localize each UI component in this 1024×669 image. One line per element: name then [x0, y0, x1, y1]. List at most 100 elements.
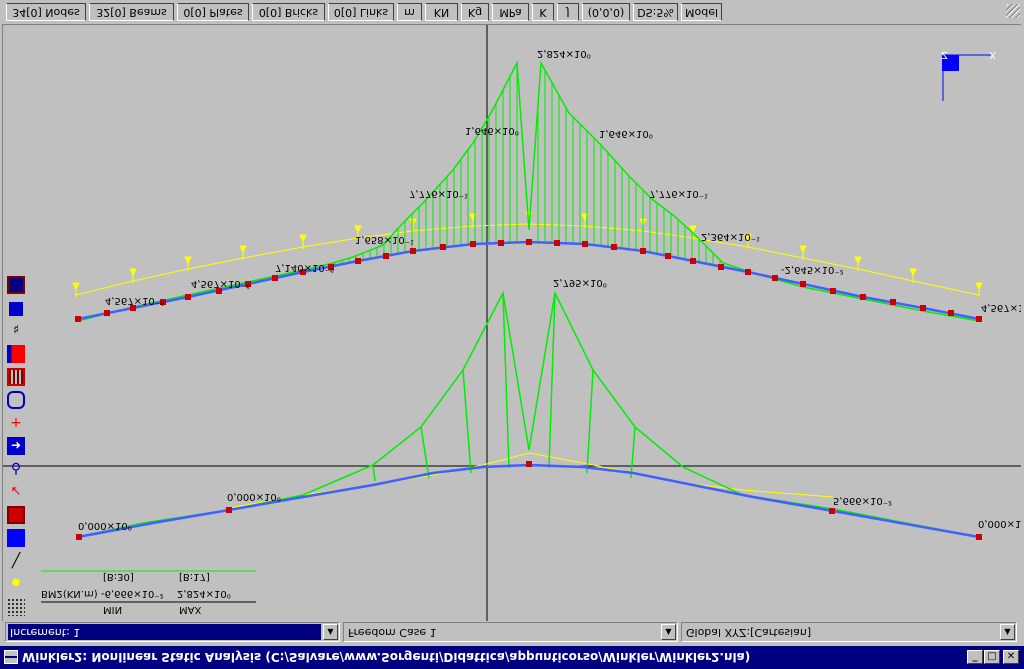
bricks-button[interactable]: 0[0] Bricks: [252, 3, 325, 21]
label-bottom-zero-end: 0,000×10⁰: [78, 520, 132, 531]
legend-quantity: BM2(KN.m): [41, 588, 98, 599]
label-bottom-max: 2,795×10⁰: [553, 277, 607, 288]
node-marker: [355, 258, 361, 264]
line-icon[interactable]: ╱: [7, 552, 25, 570]
model-canvas[interactable]: Z X 2,824×10⁰ 1,646×10⁰ 1,646×10⁰ 7,776×…: [2, 24, 1024, 621]
plates-button[interactable]: 0[0] Plates: [177, 3, 249, 21]
layers-icon[interactable]: [7, 276, 25, 294]
top-value-labels: 2,824×10⁰ 1,646×10⁰ 1,646×10⁰ 7,776×10⁻¹…: [105, 48, 1024, 313]
label-bottom-zero-left: 0,000×10⁰: [227, 491, 281, 502]
node-marker: [410, 248, 416, 254]
legend-max-header: MAX: [179, 604, 201, 615]
origin-button[interactable]: (0,0,0): [582, 3, 630, 21]
node-marker: [272, 275, 278, 281]
label-bottom-5666: 5,666×10⁻²: [833, 495, 892, 506]
stress-unit-button[interactable]: MPa: [492, 3, 529, 21]
beams-button[interactable]: 32[0] Beams: [89, 3, 174, 21]
node-marker: [718, 264, 724, 270]
node-marker: [498, 240, 504, 246]
legend: [B:30] [B:17] BM2(KN.m) -6,666×10⁻² 2,82…: [41, 570, 256, 615]
links-button[interactable]: 0[0] Links: [328, 3, 394, 21]
load-arrow-head: [854, 256, 862, 265]
node-marker: [976, 316, 982, 322]
arrow-icon[interactable]: ➜: [7, 437, 25, 455]
legend-min-header: MIN: [103, 604, 122, 615]
label-top-1646-left: 1,646×10⁰: [465, 125, 519, 136]
blue-square-icon[interactable]: [7, 529, 25, 547]
node-marker: [745, 269, 751, 275]
red-arrow-icon[interactable]: ↖: [7, 483, 25, 501]
nodes-button[interactable]: 34[0] Nodes: [6, 3, 86, 21]
load-arrow-head: [299, 234, 307, 243]
maximize-button[interactable]: □: [984, 650, 1000, 664]
node-marker: [948, 310, 954, 316]
model-button[interactable]: Model: [681, 3, 722, 21]
load-arrow-head: [239, 245, 247, 254]
load-arrow-head: [909, 268, 917, 277]
label-top-max: 2,824×10⁰: [537, 48, 591, 59]
node-marker: [920, 305, 926, 311]
axis-triad: Z X: [941, 49, 996, 101]
temperature-unit-button[interactable]: K: [532, 3, 554, 21]
increment-value: Increment: 1: [8, 624, 321, 640]
node-marker: [690, 258, 696, 264]
dots-grid-icon[interactable]: [7, 598, 25, 616]
cylinder-icon[interactable]: [7, 391, 25, 409]
node-marker: [75, 316, 81, 322]
label-top-4567-right: 4,567×10⁻¹: [981, 302, 1021, 313]
node-marker: [440, 244, 446, 250]
coordinate-system-select[interactable]: Global XYZ:[Cartesian] ▼: [681, 622, 1017, 642]
node-marker: [582, 241, 588, 247]
bolt-icon[interactable]: ♯: [7, 322, 25, 340]
grid-icon[interactable]: [7, 368, 25, 386]
scale-button[interactable]: DS:5%: [633, 3, 678, 21]
app-icon[interactable]: [4, 650, 18, 664]
close-button[interactable]: ✕: [1003, 650, 1019, 664]
length-unit-button[interactable]: m: [397, 3, 422, 21]
freedom-case-select[interactable]: Freedom Case 1 ▼: [343, 622, 678, 642]
toolbar: 34[0] Nodes 32[0] Beams 0[0] Plates 0[0]…: [0, 0, 1024, 24]
color-square-icon[interactable]: [7, 300, 25, 318]
node-marker: [665, 253, 671, 259]
load-arrow-head: [184, 256, 192, 265]
window-title: Winkler2: Nonlinear Static Analysis (C:/…: [22, 650, 751, 664]
bottom-value-labels: 2,795×10⁰ 0,000×10⁰ 5,666×10⁻² 0,000×10⁰…: [78, 277, 1024, 531]
load-arrow-head: [799, 245, 807, 254]
cube-icon[interactable]: [7, 506, 25, 524]
load-arrow-head: [409, 218, 417, 227]
sun-icon[interactable]: ✸: [7, 575, 25, 593]
node-marker: [470, 241, 476, 247]
minimize-button[interactable]: _: [967, 650, 983, 664]
chevron-down-icon[interactable]: ▼: [1000, 624, 1015, 640]
energy-unit-button[interactable]: J: [557, 3, 579, 21]
model-view: Z X 2,824×10⁰ 1,646×10⁰ 1,646×10⁰ 7,776×…: [3, 25, 1024, 621]
chevron-down-icon[interactable]: ▼: [323, 624, 338, 640]
force-unit-button[interactable]: KN: [425, 3, 458, 21]
coordinate-system-value: Global XYZ:[Cartesian]: [686, 626, 812, 639]
increment-select[interactable]: Increment: 1 ▼: [5, 622, 340, 642]
label-top-4567-mid: 4,567×10⁻⁶: [191, 278, 250, 289]
node-marker: [554, 240, 560, 246]
load-arrow-head: [525, 211, 533, 220]
node-marker: [640, 248, 646, 254]
node-marker: [383, 253, 389, 259]
freedom-case-value: Freedom Case 1: [348, 626, 437, 639]
label-top-2364: 2,364×10⁻¹: [701, 231, 760, 242]
resize-grip[interactable]: [1006, 4, 1020, 18]
load-arrow-head: [129, 268, 137, 277]
plus-icon[interactable]: +: [7, 414, 25, 432]
node-marker: [890, 299, 896, 305]
legend-min-value: -6,666×10⁻²: [101, 588, 164, 599]
node-marker: [800, 281, 806, 287]
mass-unit-button[interactable]: Kg: [461, 3, 489, 21]
node-marker: [185, 294, 191, 300]
label-top-4567-left: 4,567×10⁻⁶: [105, 295, 164, 306]
beam-section-icon[interactable]: [7, 345, 25, 363]
label-bottom-zero-right: 0,000×10⁰: [978, 518, 1021, 529]
node-marker: [772, 275, 778, 281]
chevron-down-icon[interactable]: ▼: [661, 624, 676, 640]
legend-min-location: [B:30]: [103, 571, 134, 582]
window-title-bar[interactable]: Winkler2: Nonlinear Static Analysis (C:/…: [0, 646, 1024, 669]
legend-max-value: 2,824×10⁰: [177, 588, 231, 599]
pin-icon[interactable]: ⚲: [7, 460, 25, 478]
